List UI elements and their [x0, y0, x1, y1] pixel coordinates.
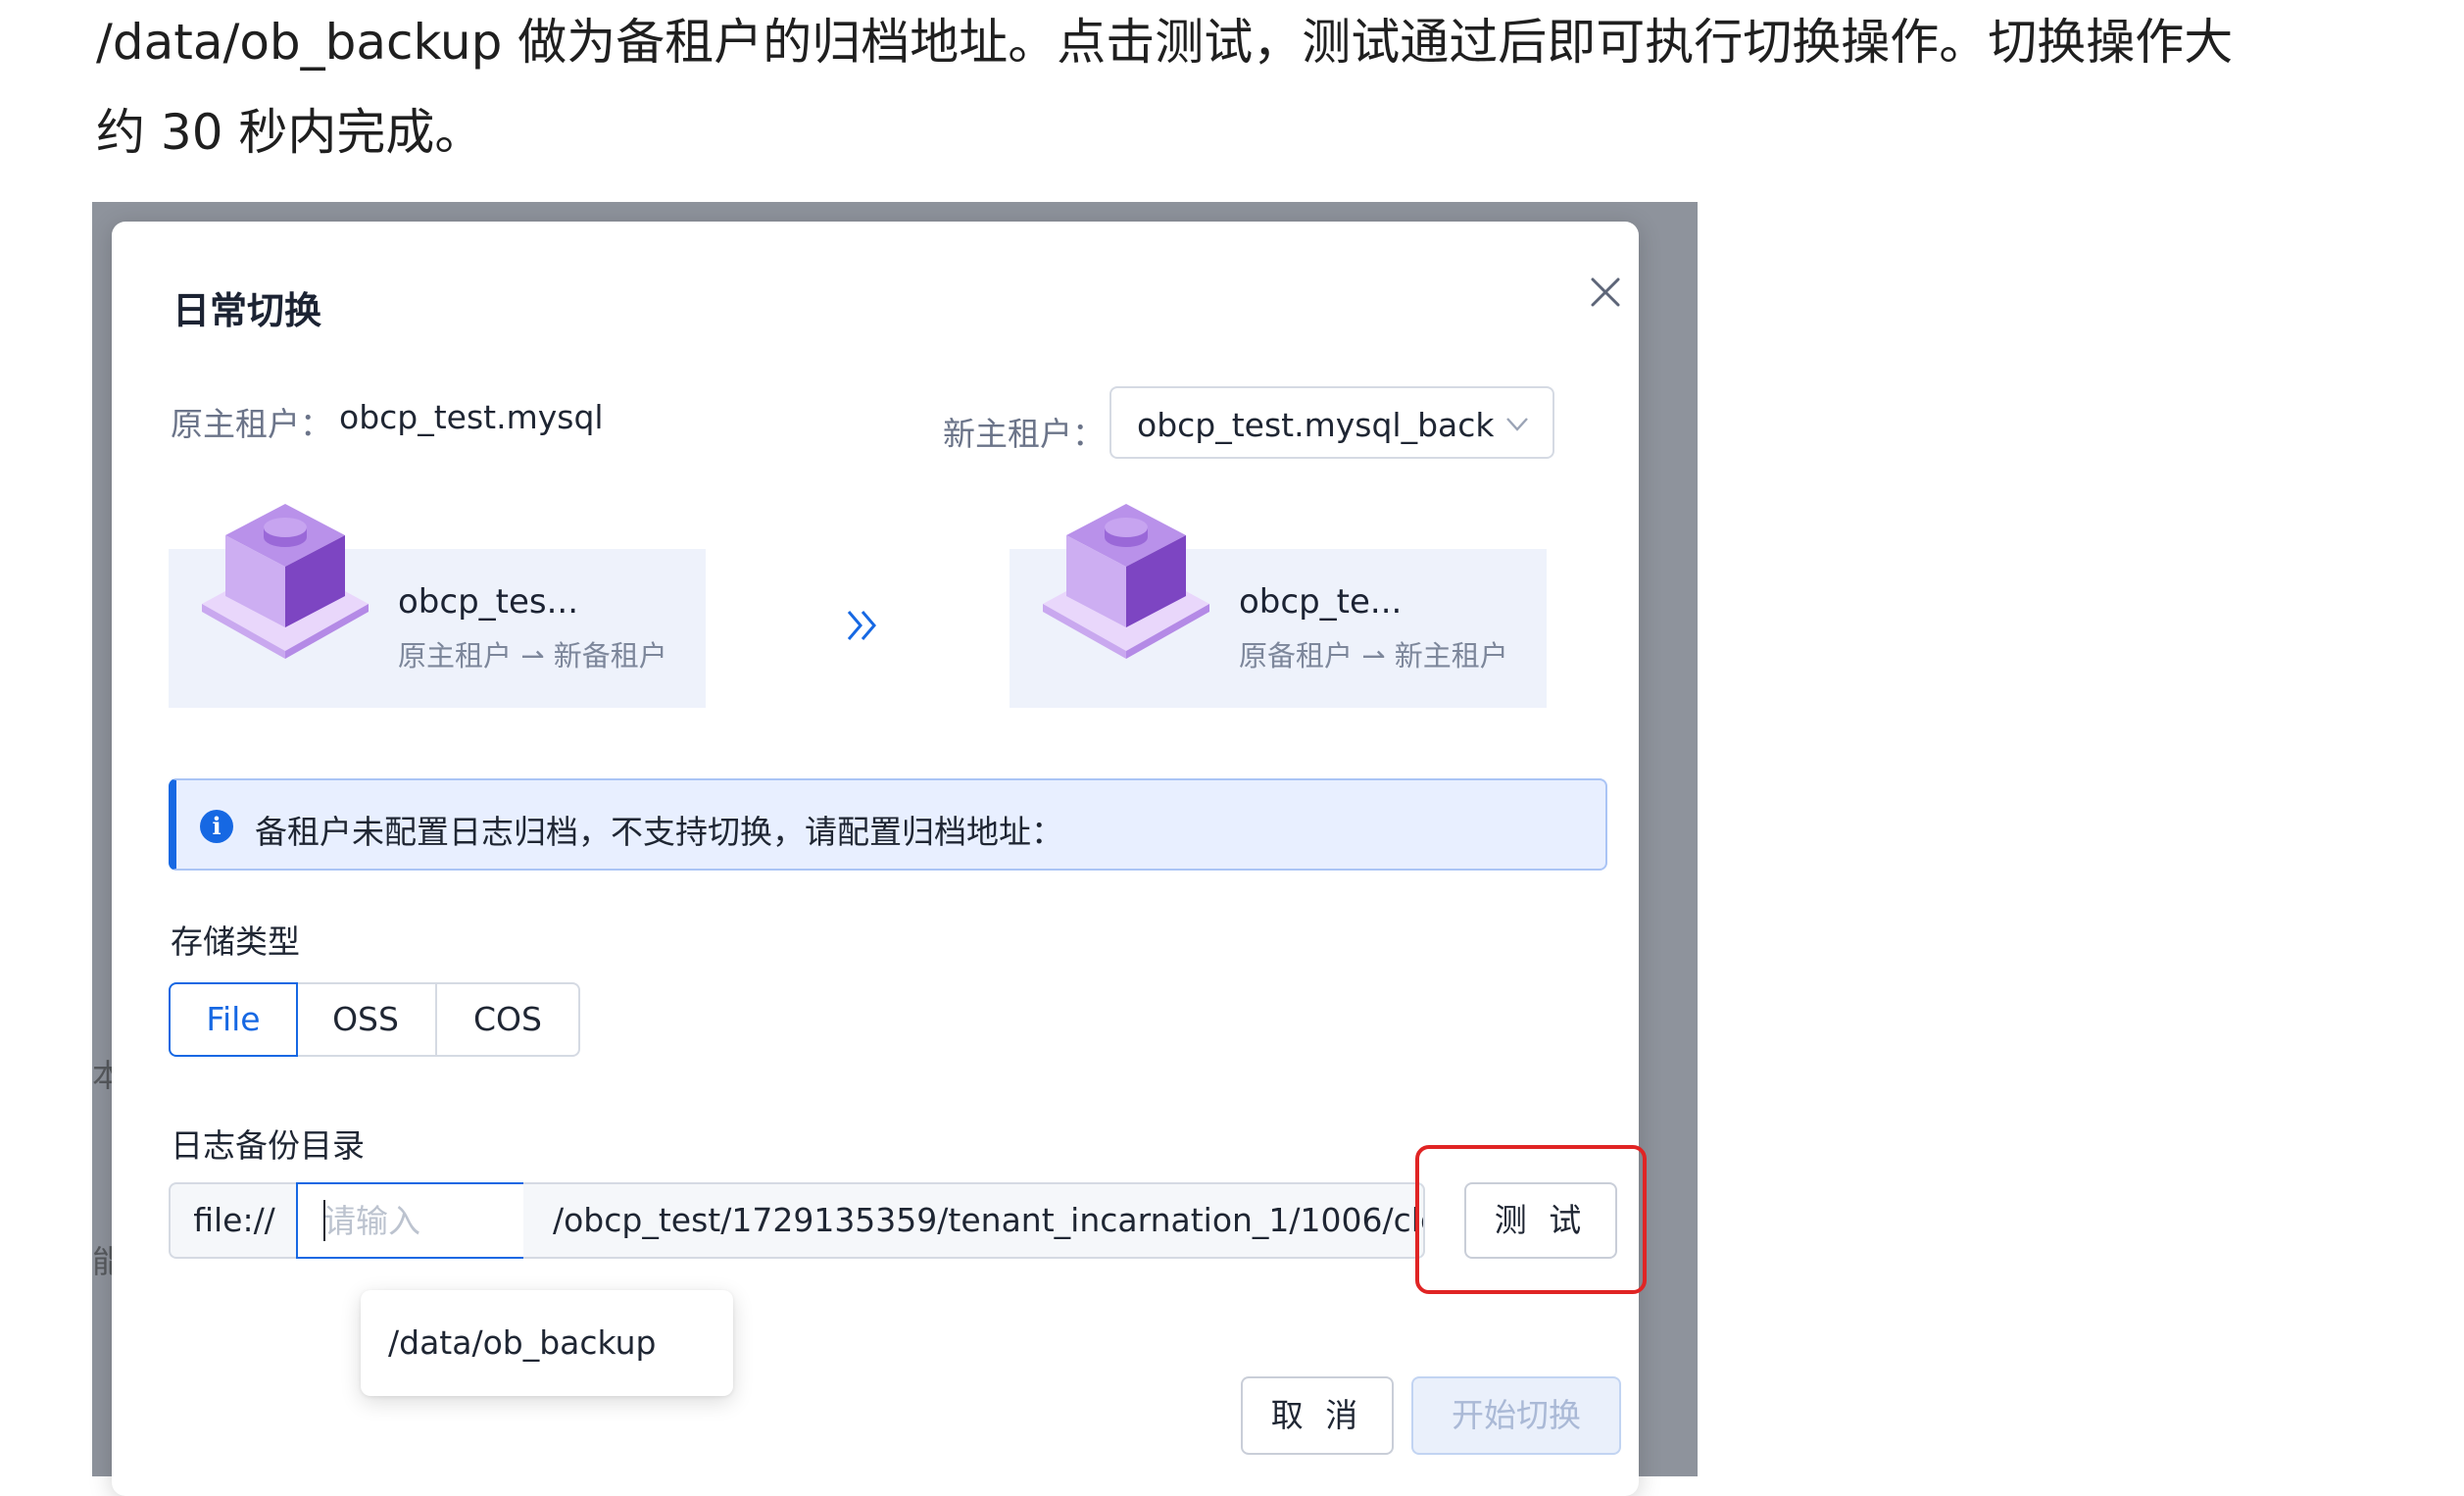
target-tenant-value: obcp_test.mysql_back	[1137, 406, 1495, 444]
doc-paragraph-line-1: /data/ob_backup 做为备租户的归档地址。点击测试，测试通过后即可执…	[96, 14, 2234, 71]
doc-paragraph-line-2: 约 30 秒内完成。	[96, 104, 484, 161]
modal-title: 日常切换	[172, 289, 322, 332]
tenant-card-name: obcp_te...	[1239, 582, 1403, 622]
storage-option-cos[interactable]: COS	[435, 982, 580, 1057]
source-tenant-card: obcp_tes... 原主租户 ⇀ 新备租户	[169, 504, 706, 708]
storage-type-label: 存储类型	[171, 923, 300, 961]
tenant-card-role: 原主租户 ⇀ 新备租户	[398, 639, 667, 673]
source-tenant-value: obcp_test.mysql	[339, 398, 604, 436]
tenant-card-role: 原备租户 ⇀ 新主租户	[1239, 639, 1508, 673]
storage-option-file[interactable]: File	[169, 982, 298, 1057]
storage-option-oss[interactable]: OSS	[296, 982, 437, 1057]
info-icon: i	[200, 810, 233, 843]
backup-path-input[interactable]	[296, 1182, 525, 1259]
alert-message: 备租户未配置日志归档，不支持切换，请配置归档地址：	[255, 813, 1063, 851]
cancel-button[interactable]: 取 消	[1241, 1376, 1394, 1455]
test-button[interactable]: 测 试	[1464, 1182, 1617, 1259]
path-prefix-addon: file://	[169, 1182, 298, 1259]
close-icon	[1591, 277, 1620, 307]
info-alert: i 备租户未配置日志归档，不支持切换，请配置归档地址：	[169, 778, 1607, 871]
source-tenant-label: 原主租户：	[171, 405, 332, 443]
chevron-down-icon	[1506, 418, 1528, 431]
start-switchover-button[interactable]: 开始切换	[1411, 1376, 1621, 1455]
tenant-card-name: obcp_tes...	[398, 582, 579, 622]
text-cursor	[323, 1200, 325, 1241]
double-chevron-right-icon	[847, 611, 876, 640]
target-tenant-card: obcp_te... 原备租户 ⇀ 新主租户	[1010, 504, 1547, 708]
database-cube-icon	[202, 504, 369, 659]
autocomplete-dropdown: /data/ob_backup	[361, 1290, 733, 1396]
path-suffix-addon: /obcp_test/1729135359/tenant_incarnation…	[523, 1182, 1425, 1259]
switchover-modal: 日常切换 原主租户： obcp_test.mysql 新主租户： obcp_te…	[112, 222, 1647, 1496]
database-cube-icon	[1043, 504, 1209, 659]
close-button[interactable]	[1584, 271, 1627, 314]
target-tenant-select[interactable]: obcp_test.mysql_back	[1109, 386, 1554, 459]
log-dir-label: 日志备份目录	[171, 1126, 365, 1165]
autocomplete-option[interactable]: /data/ob_backup	[388, 1323, 656, 1362]
target-tenant-label: 新主租户：	[943, 415, 1105, 453]
